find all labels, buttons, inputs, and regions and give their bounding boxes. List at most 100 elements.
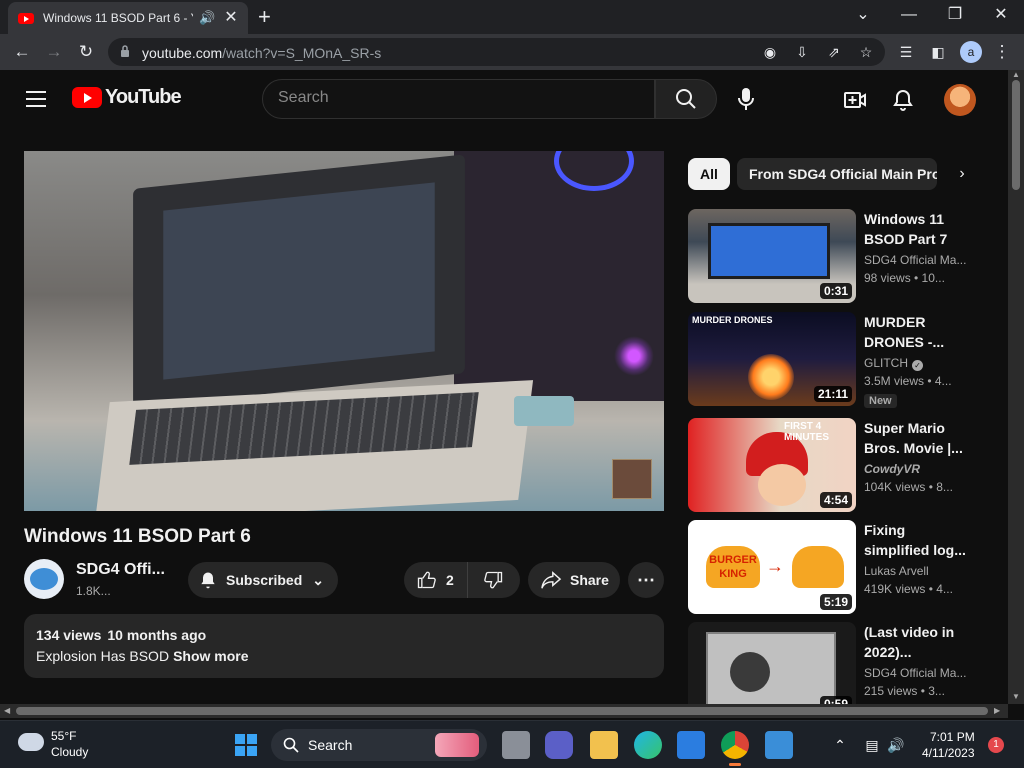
browser-tab[interactable]: Windows 11 BSOD Part 6 - Y 🔊 ✕ <box>8 2 248 34</box>
recommendation-title[interactable]: Windows 11 BSOD Part 7 <box>864 209 974 249</box>
tab-audio-icon[interactable]: 🔊 <box>199 10 215 26</box>
youtube-logo[interactable]: YouTube <box>72 86 182 109</box>
thumbnail-art <box>748 354 794 400</box>
subscribed-button[interactable]: Subscribed ⌄ <box>188 562 338 598</box>
window-close-icon[interactable]: ✕ <box>978 4 1024 26</box>
scroll-right-icon[interactable]: ▶ <box>994 706 1000 715</box>
url-text[interactable]: youtube.com/watch?v=S_MOnA_SR-s <box>142 45 381 61</box>
notifications-bell-icon[interactable] <box>891 88 915 112</box>
taskbar-search[interactable]: Search <box>271 729 487 761</box>
thumbs-down-icon <box>484 571 503 589</box>
verified-check-icon: ✓ <box>912 360 924 371</box>
windows-start-icon[interactable] <box>235 734 257 756</box>
recommendation-title[interactable]: Super Mario Bros. Movie |... <box>864 418 974 458</box>
recommendation-channel[interactable]: CowdyVR <box>864 462 974 476</box>
browser-tab-strip: Windows 11 BSOD Part 6 - Y 🔊 ✕ + ⌄ — ❐ ✕ <box>0 0 1024 34</box>
recommendation-channel[interactable]: Lukas Arvell <box>864 564 974 578</box>
chip-from-channel[interactable]: From SDG4 Official Main Pro <box>737 158 937 190</box>
install-icon[interactable]: ⇩ <box>792 42 812 62</box>
bookmark-star-icon[interactable]: ☆ <box>856 42 876 62</box>
recommendation-stats: 98 views • 10... <box>864 271 945 285</box>
clock-time[interactable]: 7:01 PM <box>930 730 975 744</box>
restore-icon[interactable]: ❐ <box>932 4 978 26</box>
media-controls-icon[interactable]: ☰ <box>896 42 916 62</box>
search-button[interactable] <box>655 79 717 119</box>
like-button[interactable]: 2 <box>404 562 468 598</box>
thumbnail-text: BURGER KING <box>706 546 760 588</box>
notification-badge[interactable]: 1 <box>988 737 1004 753</box>
weather-condition[interactable]: Cloudy <box>51 745 88 759</box>
account-avatar[interactable] <box>944 84 976 116</box>
kebab-menu-icon[interactable]: ⋮ <box>992 42 1012 62</box>
channel-avatar[interactable] <box>24 559 64 599</box>
create-video-icon[interactable] <box>843 88 867 112</box>
share-button[interactable]: Share <box>528 562 620 598</box>
minimize-icon[interactable]: — <box>886 4 932 26</box>
scroll-down-icon[interactable]: ▼ <box>1012 692 1020 701</box>
vertical-scrollbar[interactable]: ▲ ▼ <box>1008 70 1024 704</box>
remote-desktop-icon[interactable] <box>765 731 793 759</box>
back-icon[interactable]: ← <box>12 42 32 62</box>
dislike-button[interactable] <box>468 562 520 598</box>
recommendation-item[interactable]: BURGER KING → 5:19 Fixing simplified log… <box>688 520 988 614</box>
share-icon[interactable]: ⇗ <box>824 42 844 62</box>
cloud-icon[interactable] <box>18 733 44 751</box>
description-box[interactable]: 134 views 10 months ago Explosion Has BSO… <box>24 614 664 678</box>
chevron-down-icon: ⌄ <box>312 571 324 588</box>
like-count: 2 <box>446 572 454 588</box>
clock-date[interactable]: 4/11/2023 <box>922 746 975 760</box>
horizontal-scrollbar[interactable]: ◀ ▶ <box>0 704 1008 718</box>
recommendation-stats: 104K views • 8... <box>864 480 953 494</box>
video-thumbnail[interactable]: 0:31 <box>688 209 856 303</box>
recommendation-title[interactable]: (Last video in 2022)... <box>864 622 974 662</box>
recommendation-channel[interactable]: SDG4 Official Ma... <box>864 253 974 267</box>
tab-search-icon[interactable]: ⌄ <box>840 4 886 26</box>
network-icon[interactable]: ▤ <box>862 735 882 755</box>
lock-icon[interactable] <box>120 44 130 58</box>
volume-icon[interactable]: 🔊 <box>886 735 906 755</box>
file-explorer-icon[interactable] <box>590 731 618 759</box>
voice-search-button[interactable] <box>727 80 765 118</box>
search-input[interactable] <box>278 89 638 107</box>
side-panel-icon[interactable]: ◧ <box>928 42 948 62</box>
microsoft-store-icon[interactable] <box>677 731 705 759</box>
video-player[interactable] <box>24 151 664 511</box>
horizontal-scroll-thumb[interactable] <box>16 707 988 715</box>
recommendation-item[interactable]: MURDER DRONES 21:11 MURDER DRONES -... G… <box>688 312 988 408</box>
channel-name[interactable]: SDG4 Offi... <box>76 561 165 579</box>
more-actions-icon[interactable]: ⋯ <box>628 562 664 598</box>
show-more-button[interactable]: Show more <box>173 648 248 664</box>
video-thumbnail[interactable]: BURGER KING → 5:19 <box>688 520 856 614</box>
forward-icon[interactable]: → <box>44 42 64 62</box>
channel-watermark[interactable] <box>612 459 652 499</box>
chevron-right-icon[interactable]: › <box>950 162 974 186</box>
recommendation-channel[interactable]: GLITCH ✓ <box>864 356 974 371</box>
teams-chat-icon[interactable] <box>545 731 573 759</box>
address-bar[interactable]: youtube.com/watch?v=S_MOnA_SR-s ◉ ⇩ ⇗ ☆ <box>108 38 885 66</box>
vertical-scroll-thumb[interactable] <box>1012 80 1020 190</box>
new-tab-button[interactable]: + <box>258 6 271 28</box>
recommendation-channel[interactable]: SDG4 Official Ma... <box>864 666 974 680</box>
scroll-up-icon[interactable]: ▲ <box>1012 70 1020 79</box>
recommendation-title[interactable]: Fixing simplified log... <box>864 520 974 560</box>
video-thumbnail[interactable]: FIRST 4 MINUTES 4:54 <box>688 418 856 512</box>
task-view-icon[interactable] <box>502 731 530 759</box>
google-lens-icon[interactable]: ◉ <box>760 42 780 62</box>
video-frame-object <box>514 396 574 426</box>
profile-avatar[interactable]: a <box>960 41 982 63</box>
recommendation-item[interactable]: 0:31 Windows 11 BSOD Part 7 SDG4 Officia… <box>688 209 988 303</box>
scroll-left-icon[interactable]: ◀ <box>4 706 10 715</box>
video-thumbnail[interactable]: MURDER DRONES 21:11 <box>688 312 856 406</box>
chrome-icon[interactable] <box>721 731 749 766</box>
recommendation-item[interactable]: FIRST 4 MINUTES 4:54 Super Mario Bros. M… <box>688 418 988 512</box>
chip-all[interactable]: All <box>688 158 730 190</box>
hamburger-menu-icon[interactable] <box>26 91 46 107</box>
recommendation-item[interactable]: 0:59 (Last video in 2022)... SDG4 Offici… <box>688 622 988 704</box>
video-thumbnail[interactable]: 0:59 <box>688 622 856 704</box>
tab-close-icon[interactable]: ✕ <box>223 10 239 26</box>
show-hidden-icons-icon[interactable]: ⌃ <box>830 735 850 755</box>
reload-icon[interactable]: ↻ <box>76 42 96 62</box>
weather-temperature[interactable]: 55°F <box>51 729 76 743</box>
edge-browser-icon[interactable] <box>634 731 662 759</box>
recommendation-title[interactable]: MURDER DRONES -... <box>864 312 974 352</box>
